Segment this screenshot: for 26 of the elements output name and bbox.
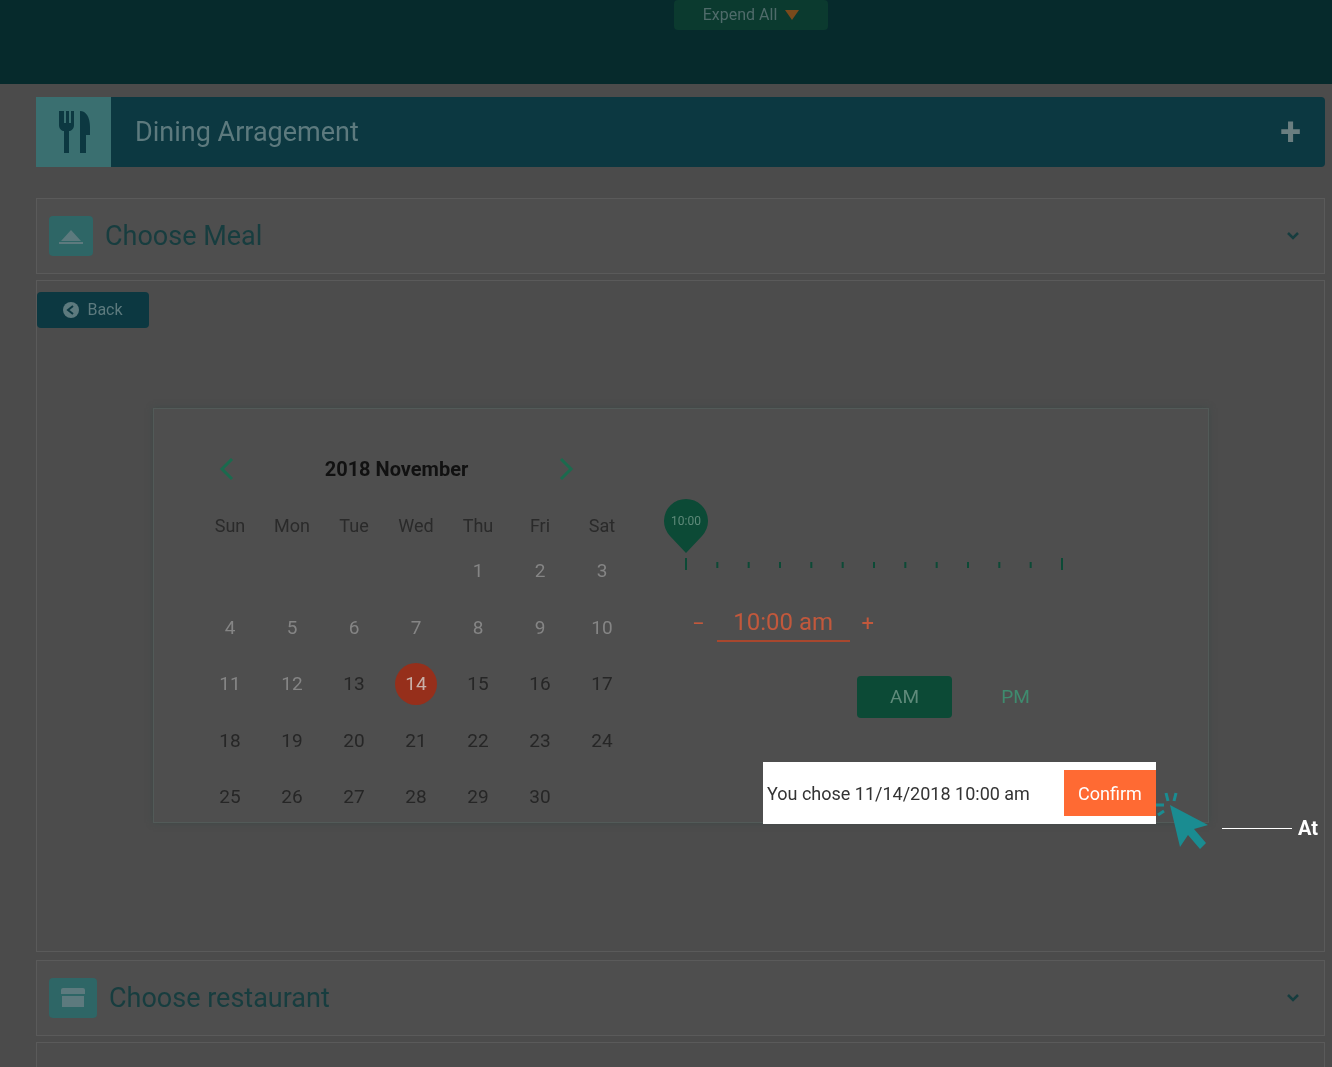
increment-button[interactable]: + [861,606,875,640]
chevron-left-icon[interactable] [219,457,235,481]
section-title: Dining Arragement [135,114,359,150]
chevron-right-icon[interactable] [558,457,574,481]
confirm-button[interactable]: Confirm [1064,770,1156,816]
time-input[interactable]: 10:00 am [716,604,850,642]
back-button[interactable]: Back [37,292,149,328]
callout-text: At [1298,815,1319,842]
chevron-icon [1286,993,1300,1003]
panel-header[interactable]: Choose Meal [36,198,1325,274]
panel-title: Choose restaurant [109,980,330,1016]
store-icon [49,978,97,1018]
period-toggle[interactable]: AM [857,676,952,718]
panel-title: Choose Meal [105,218,263,254]
chevron-icon [1286,231,1300,241]
expand-button[interactable]: + [1280,113,1301,151]
panel-header[interactable]: Choose restaurant [36,960,1325,1036]
time-slider-thumb[interactable]: 10:00 [662,498,710,554]
selection-summary: You chose 11/14/2018 10:00 am [767,781,1030,806]
decrement-button[interactable]: − [692,606,705,640]
period-toggle[interactable]: PM [968,676,1063,718]
expand-all-button[interactable]: Expend All [674,0,828,30]
caret-down-icon [785,10,800,20]
month-title: 2018 November [324,456,469,483]
food-cover-icon [49,216,93,256]
calendar-day[interactable]: 14 [395,663,437,706]
